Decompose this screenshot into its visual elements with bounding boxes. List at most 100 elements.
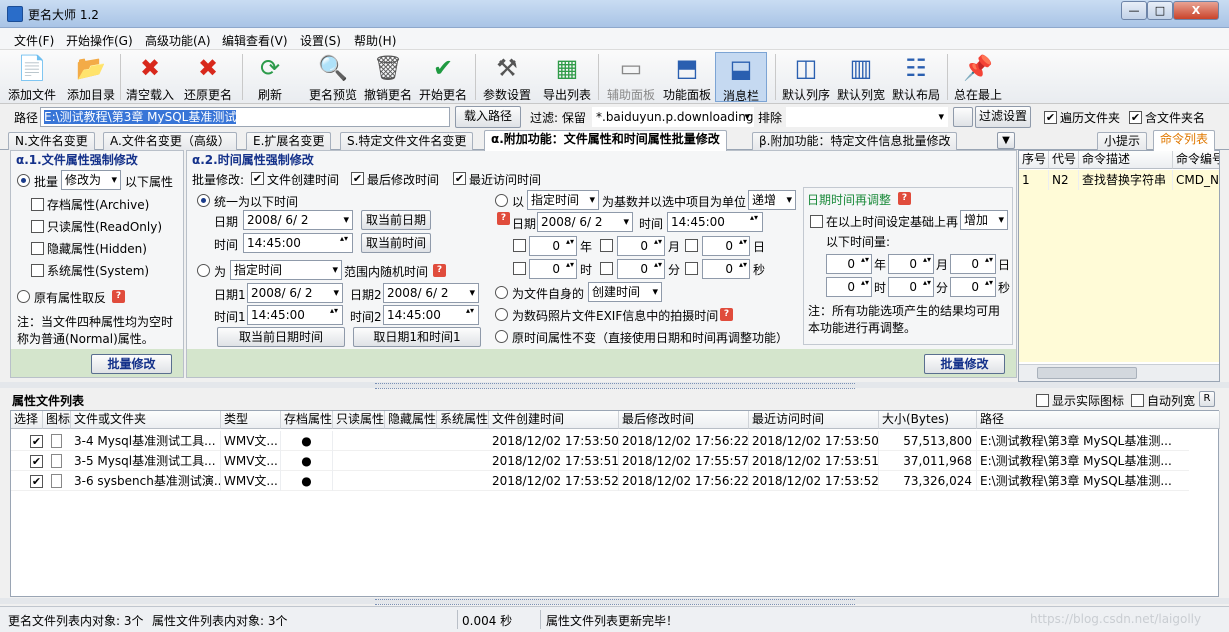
toolbar-button-clear[interactable]: ✖ 清空载入	[124, 52, 176, 102]
inc-year-checkbox[interactable]	[513, 239, 526, 252]
access-time-checkbox[interactable]: ✔	[453, 172, 466, 185]
load-path-button[interactable]: 载入路径	[455, 106, 521, 128]
archive-checkbox[interactable]	[31, 198, 44, 211]
adj-hour-spinner[interactable]: 0	[826, 277, 872, 297]
invert-radio[interactable]	[17, 290, 30, 303]
toolbar-button-add-file[interactable]: 📄 添加文件	[7, 52, 57, 102]
time-spinner[interactable]: 14:45:00	[243, 233, 353, 253]
date-picker[interactable]: 2008/ 6/ 2	[243, 210, 353, 230]
tab-extension-change[interactable]: E.扩展名变更	[246, 132, 332, 150]
system-checkbox[interactable]	[31, 264, 44, 277]
toolbar-button-start[interactable]: ✔ 开始更名	[416, 52, 470, 102]
toolbar-button-restore[interactable]: ✖ 还原更名	[181, 52, 235, 102]
cmd-cell[interactable]: 1	[1019, 170, 1049, 190]
toolbar-button-refresh[interactable]: ⟳ 刷新	[251, 52, 289, 102]
date1-picker[interactable]: 2008/ 6/ 2	[247, 283, 343, 303]
adj-day-spinner[interactable]: 0	[950, 254, 996, 274]
toolbar-button-func-panel[interactable]: ⬒ 功能面板	[661, 52, 713, 102]
file-header-path[interactable]: 路径	[977, 411, 1220, 429]
inc-minute-spinner[interactable]: 0	[617, 259, 665, 279]
inc-hour-checkbox[interactable]	[513, 262, 526, 275]
tab-tips[interactable]: 小提示	[1097, 132, 1148, 150]
cmd-scroll-thumb[interactable]	[1037, 367, 1137, 379]
own-time-radio[interactable]	[495, 286, 508, 299]
tab-filename-change[interactable]: N.文件名变更	[8, 132, 95, 150]
toolbar-button-settings[interactable]: ⚒ 参数设置	[480, 52, 534, 102]
cmd-header-desc[interactable]: 命令描述	[1079, 151, 1173, 169]
file-header-type[interactable]: 类型	[221, 411, 281, 429]
filter-keep-select[interactable]: *.baiduyun.p.downloading	[592, 107, 754, 127]
base-increment-radio[interactable]	[495, 194, 508, 207]
toolbar-button-layout[interactable]: ☷ 默认布局	[890, 52, 942, 102]
random-source-select[interactable]: 指定时间	[230, 260, 342, 280]
filter-exclude-select[interactable]	[786, 107, 948, 127]
row-select-checkbox[interactable]: ✔	[30, 455, 43, 468]
unified-time-radio[interactable]	[197, 194, 210, 207]
inc-hour-spinner[interactable]: 0	[529, 259, 577, 279]
inc-day-spinner[interactable]: 0	[702, 236, 750, 256]
traverse-folders-checkbox[interactable]: ✔	[1044, 111, 1057, 124]
adjust-checkbox[interactable]	[810, 215, 823, 228]
lower-splitter[interactable]	[0, 598, 1229, 605]
inc-year-spinner[interactable]: 0	[529, 236, 577, 256]
get-current-datetime-button[interactable]: 取当前日期时间	[217, 327, 345, 347]
date2-picker[interactable]: 2008/ 6/ 2	[383, 283, 479, 303]
file-header-size[interactable]: 大小(Bytes)	[879, 411, 977, 429]
created-time-checkbox[interactable]: ✔	[251, 172, 264, 185]
time1-spinner[interactable]: 14:45:00	[247, 305, 343, 325]
own-time-select[interactable]: 创建时间	[588, 282, 662, 302]
tab-file-info-batch[interactable]: β.附加功能：特定文件信息批量修改	[752, 132, 958, 150]
toolbar-button-preview[interactable]: 🔍 更名预览	[306, 52, 360, 102]
cmd-cell[interactable]: N2	[1049, 170, 1079, 190]
adj-month-spinner[interactable]: 0	[888, 254, 934, 274]
close-button[interactable]: X	[1173, 1, 1219, 20]
modified-time-checkbox[interactable]: ✔	[351, 172, 364, 185]
cmd-header-index[interactable]: 序号	[1019, 151, 1049, 169]
tab-attribute-batch[interactable]: α.附加功能：文件属性和时间属性批量修改	[484, 130, 727, 151]
adj-second-spinner[interactable]: 0	[950, 277, 996, 297]
table-row[interactable]: ✔ 3-4 Mysql基准测试工具... WMV文... ● 2018/12/02 17…	[11, 431, 1220, 451]
base-source-select[interactable]: 指定时间	[527, 190, 599, 210]
tab-command-list[interactable]: 命令列表	[1153, 130, 1216, 151]
toolbar-button-undo-rename[interactable]: 🗑 撤销更名	[361, 52, 415, 102]
file-header-select[interactable]: 选择	[11, 411, 43, 429]
help-icon[interactable]: ?	[720, 308, 733, 321]
help-icon[interactable]: ?	[112, 290, 125, 303]
inc-month-checkbox[interactable]	[600, 239, 613, 252]
inc-second-spinner[interactable]: 0	[702, 259, 750, 279]
table-row[interactable]: ✔ 3-6 sysbench基准测试演... WMV文... ● 2018/12/02 …	[11, 471, 1220, 491]
cmd-hscrollbar[interactable]	[1019, 364, 1219, 381]
menu-file[interactable]: 文件(F)	[14, 32, 54, 49]
toolbar-button-aux-panel[interactable]: ▭ 辅助面板	[604, 52, 658, 102]
file-header-readonly[interactable]: 只读属性	[333, 411, 385, 429]
minimize-button[interactable]: —	[1121, 1, 1147, 20]
adj-year-spinner[interactable]: 0	[826, 254, 872, 274]
time-batch-modify-button[interactable]: 批量修改	[924, 354, 1005, 374]
help-icon[interactable]: ?	[497, 212, 510, 225]
menu-start[interactable]: 开始操作(G)	[66, 32, 133, 49]
file-header-accessed[interactable]: 最近访问时间	[749, 411, 879, 429]
inc-second-checkbox[interactable]	[685, 262, 698, 275]
toolbar-button-message-bar[interactable]: ⬓ 消息栏	[715, 52, 767, 103]
cmd-cell[interactable]: CMD_N22	[1173, 170, 1219, 190]
help-icon[interactable]: ?	[898, 192, 911, 205]
show-icon-checkbox[interactable]	[1036, 394, 1049, 407]
row-select-checkbox[interactable]: ✔	[30, 435, 43, 448]
inc-month-spinner[interactable]: 0	[617, 236, 665, 256]
inc-day-checkbox[interactable]	[685, 239, 698, 252]
base-date-picker[interactable]: 2008/ 6/ 2	[537, 212, 633, 232]
adj-minute-spinner[interactable]: 0	[888, 277, 934, 297]
cmd-cell[interactable]: 查找替换字符串	[1079, 170, 1173, 190]
file-header-created[interactable]: 文件创建时间	[489, 411, 619, 429]
inc-minute-checkbox[interactable]	[600, 262, 613, 275]
file-header-name[interactable]: 文件或文件夹	[71, 411, 221, 429]
row-select-checkbox[interactable]: ✔	[30, 475, 43, 488]
maximize-button[interactable]: □	[1147, 1, 1173, 20]
include-folder-name-checkbox[interactable]: ✔	[1129, 111, 1142, 124]
path-input[interactable]: E:\测试教程\第3章 MySQL基准测试	[40, 107, 450, 127]
filter-settings-button[interactable]: 过滤设置	[975, 106, 1031, 128]
tab-filename-advanced[interactable]: A.文件名变更（高级）	[103, 132, 237, 150]
toolbar-button-pin[interactable]: 📌 总在最上	[952, 52, 1004, 102]
get-date1-time1-button[interactable]: 取日期1和时间1	[353, 327, 481, 347]
toolbar-button-col-width[interactable]: ▥ 默认列宽	[835, 52, 887, 102]
